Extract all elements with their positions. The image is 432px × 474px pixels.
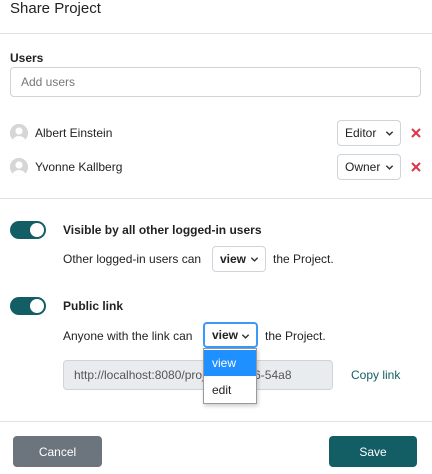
visibility-sentence-start: Other logged-in users can bbox=[63, 252, 202, 266]
remove-user-icon[interactable] bbox=[411, 128, 421, 138]
copy-link-button[interactable]: Copy link bbox=[351, 368, 400, 382]
add-users-field[interactable] bbox=[10, 67, 421, 97]
visibility-label: Visible by all other logged-in users bbox=[63, 223, 262, 237]
add-users-input[interactable] bbox=[11, 68, 420, 96]
visibility-toggle[interactable] bbox=[10, 221, 46, 239]
public-link-sentence-end: the Project. bbox=[265, 329, 326, 343]
user-role-select[interactable]: Owner bbox=[337, 154, 401, 180]
avatar bbox=[10, 124, 28, 142]
permission-option-edit[interactable]: edit bbox=[204, 377, 256, 403]
user-icon bbox=[10, 124, 28, 142]
avatar bbox=[10, 158, 28, 176]
permission-option-view[interactable]: view bbox=[204, 350, 256, 376]
user-icon bbox=[10, 158, 28, 176]
public-link-sentence-start: Anyone with the link can bbox=[63, 329, 193, 343]
toggle-knob bbox=[30, 223, 44, 237]
dialog-title: Share Project bbox=[10, 0, 101, 17]
chevron-down-icon bbox=[385, 131, 394, 136]
save-button[interactable]: Save bbox=[329, 436, 417, 467]
cancel-button[interactable]: Cancel bbox=[13, 436, 102, 467]
visibility-sentence-end: the Project. bbox=[273, 252, 334, 266]
chevron-down-icon bbox=[385, 165, 394, 170]
toggle-knob bbox=[30, 299, 44, 313]
chevron-down-icon bbox=[241, 334, 250, 339]
user-name: Yvonne Kallberg bbox=[35, 160, 123, 174]
permission-dropdown-list: view edit bbox=[203, 348, 257, 404]
footer-divider bbox=[0, 421, 432, 422]
public-link-permission-select[interactable]: view bbox=[203, 322, 258, 348]
users-label: Users bbox=[10, 51, 44, 65]
public-link-url: http://localhost:8080/project/4f43e6-54a… bbox=[74, 368, 292, 382]
user-role-select[interactable]: Editor bbox=[337, 120, 401, 146]
public-link-url-field[interactable]: http://localhost:8080/project/4f43e6-54a… bbox=[63, 360, 333, 390]
chevron-down-icon bbox=[250, 257, 259, 262]
user-name: Albert Einstein bbox=[35, 126, 113, 140]
user-role-value: Owner bbox=[345, 160, 381, 174]
public-link-toggle[interactable] bbox=[10, 297, 46, 315]
remove-user-icon[interactable] bbox=[411, 162, 421, 172]
public-link-permission-value: view bbox=[212, 328, 239, 342]
header-divider bbox=[0, 33, 432, 34]
user-role-value: Editor bbox=[345, 126, 377, 140]
section-divider bbox=[0, 198, 432, 199]
visibility-permission-select[interactable]: view bbox=[212, 246, 266, 272]
visibility-permission-value: view bbox=[220, 252, 247, 266]
public-link-label: Public link bbox=[63, 299, 124, 313]
